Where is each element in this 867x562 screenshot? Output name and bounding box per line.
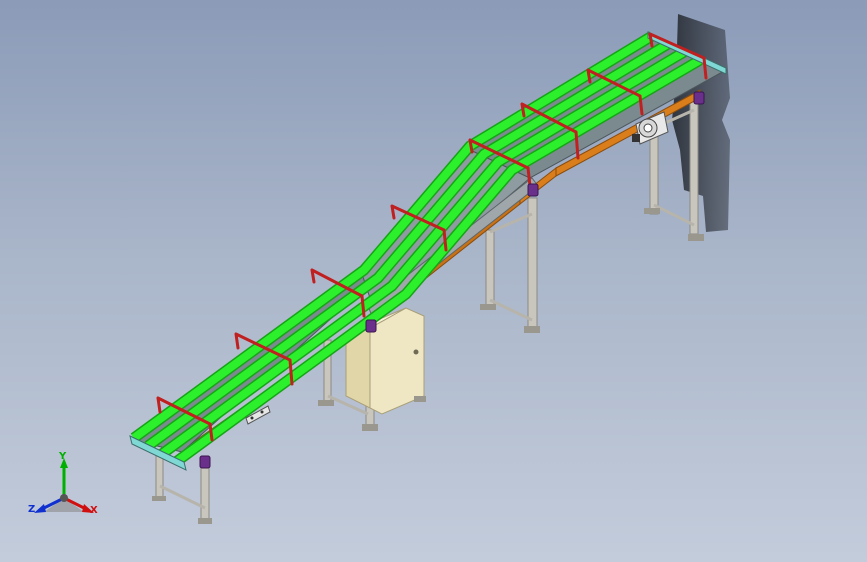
3d-viewport[interactable]: Y Z X bbox=[0, 0, 867, 562]
leg-mounts bbox=[199, 91, 705, 469]
triad-y-label: Y bbox=[59, 451, 67, 462]
triad-z-label: Z bbox=[28, 504, 36, 515]
axis-triad: Y Z X bbox=[26, 448, 106, 524]
conveyor-model[interactable] bbox=[0, 0, 867, 562]
triad-x-label: X bbox=[90, 505, 98, 516]
